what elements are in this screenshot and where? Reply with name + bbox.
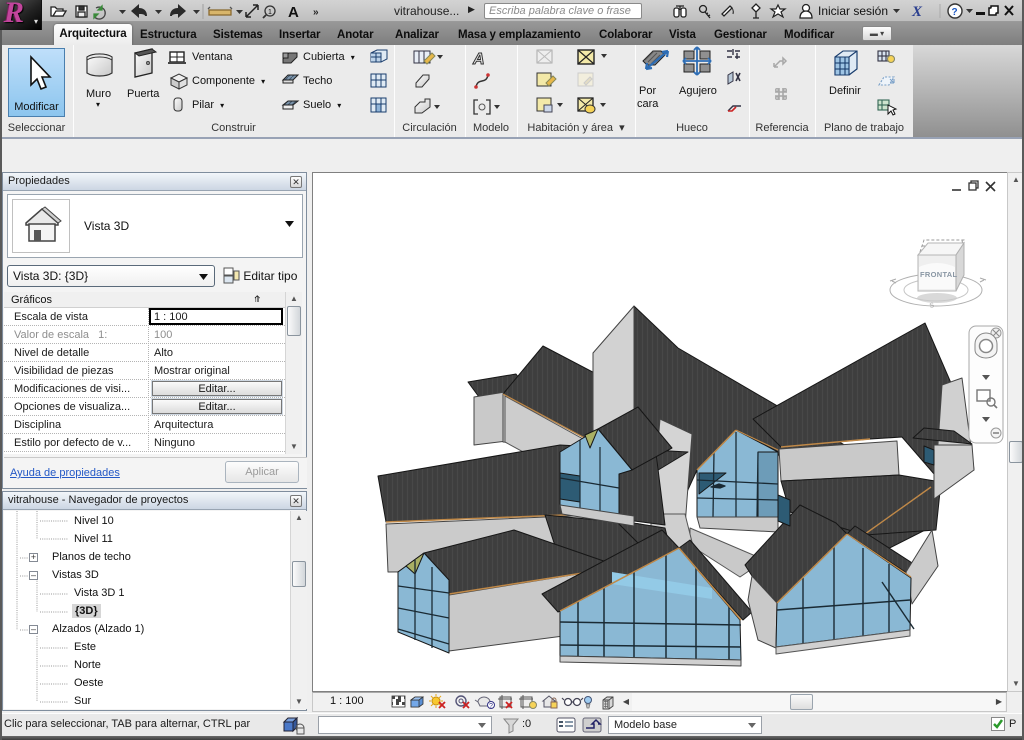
svg-text:FRONTAL: FRONTAL [920,270,957,279]
svg-text:A: A [472,51,485,68]
svg-text:A: A [288,4,299,21]
svg-text:»: » [313,7,319,18]
svg-text:?: ? [952,7,958,18]
svg-text:Iniciar sesión: Iniciar sesión [818,4,888,18]
svg-text:?: ? [489,703,493,710]
svg-text:X: X [911,4,923,20]
svg-text:1: 1 [268,9,272,16]
